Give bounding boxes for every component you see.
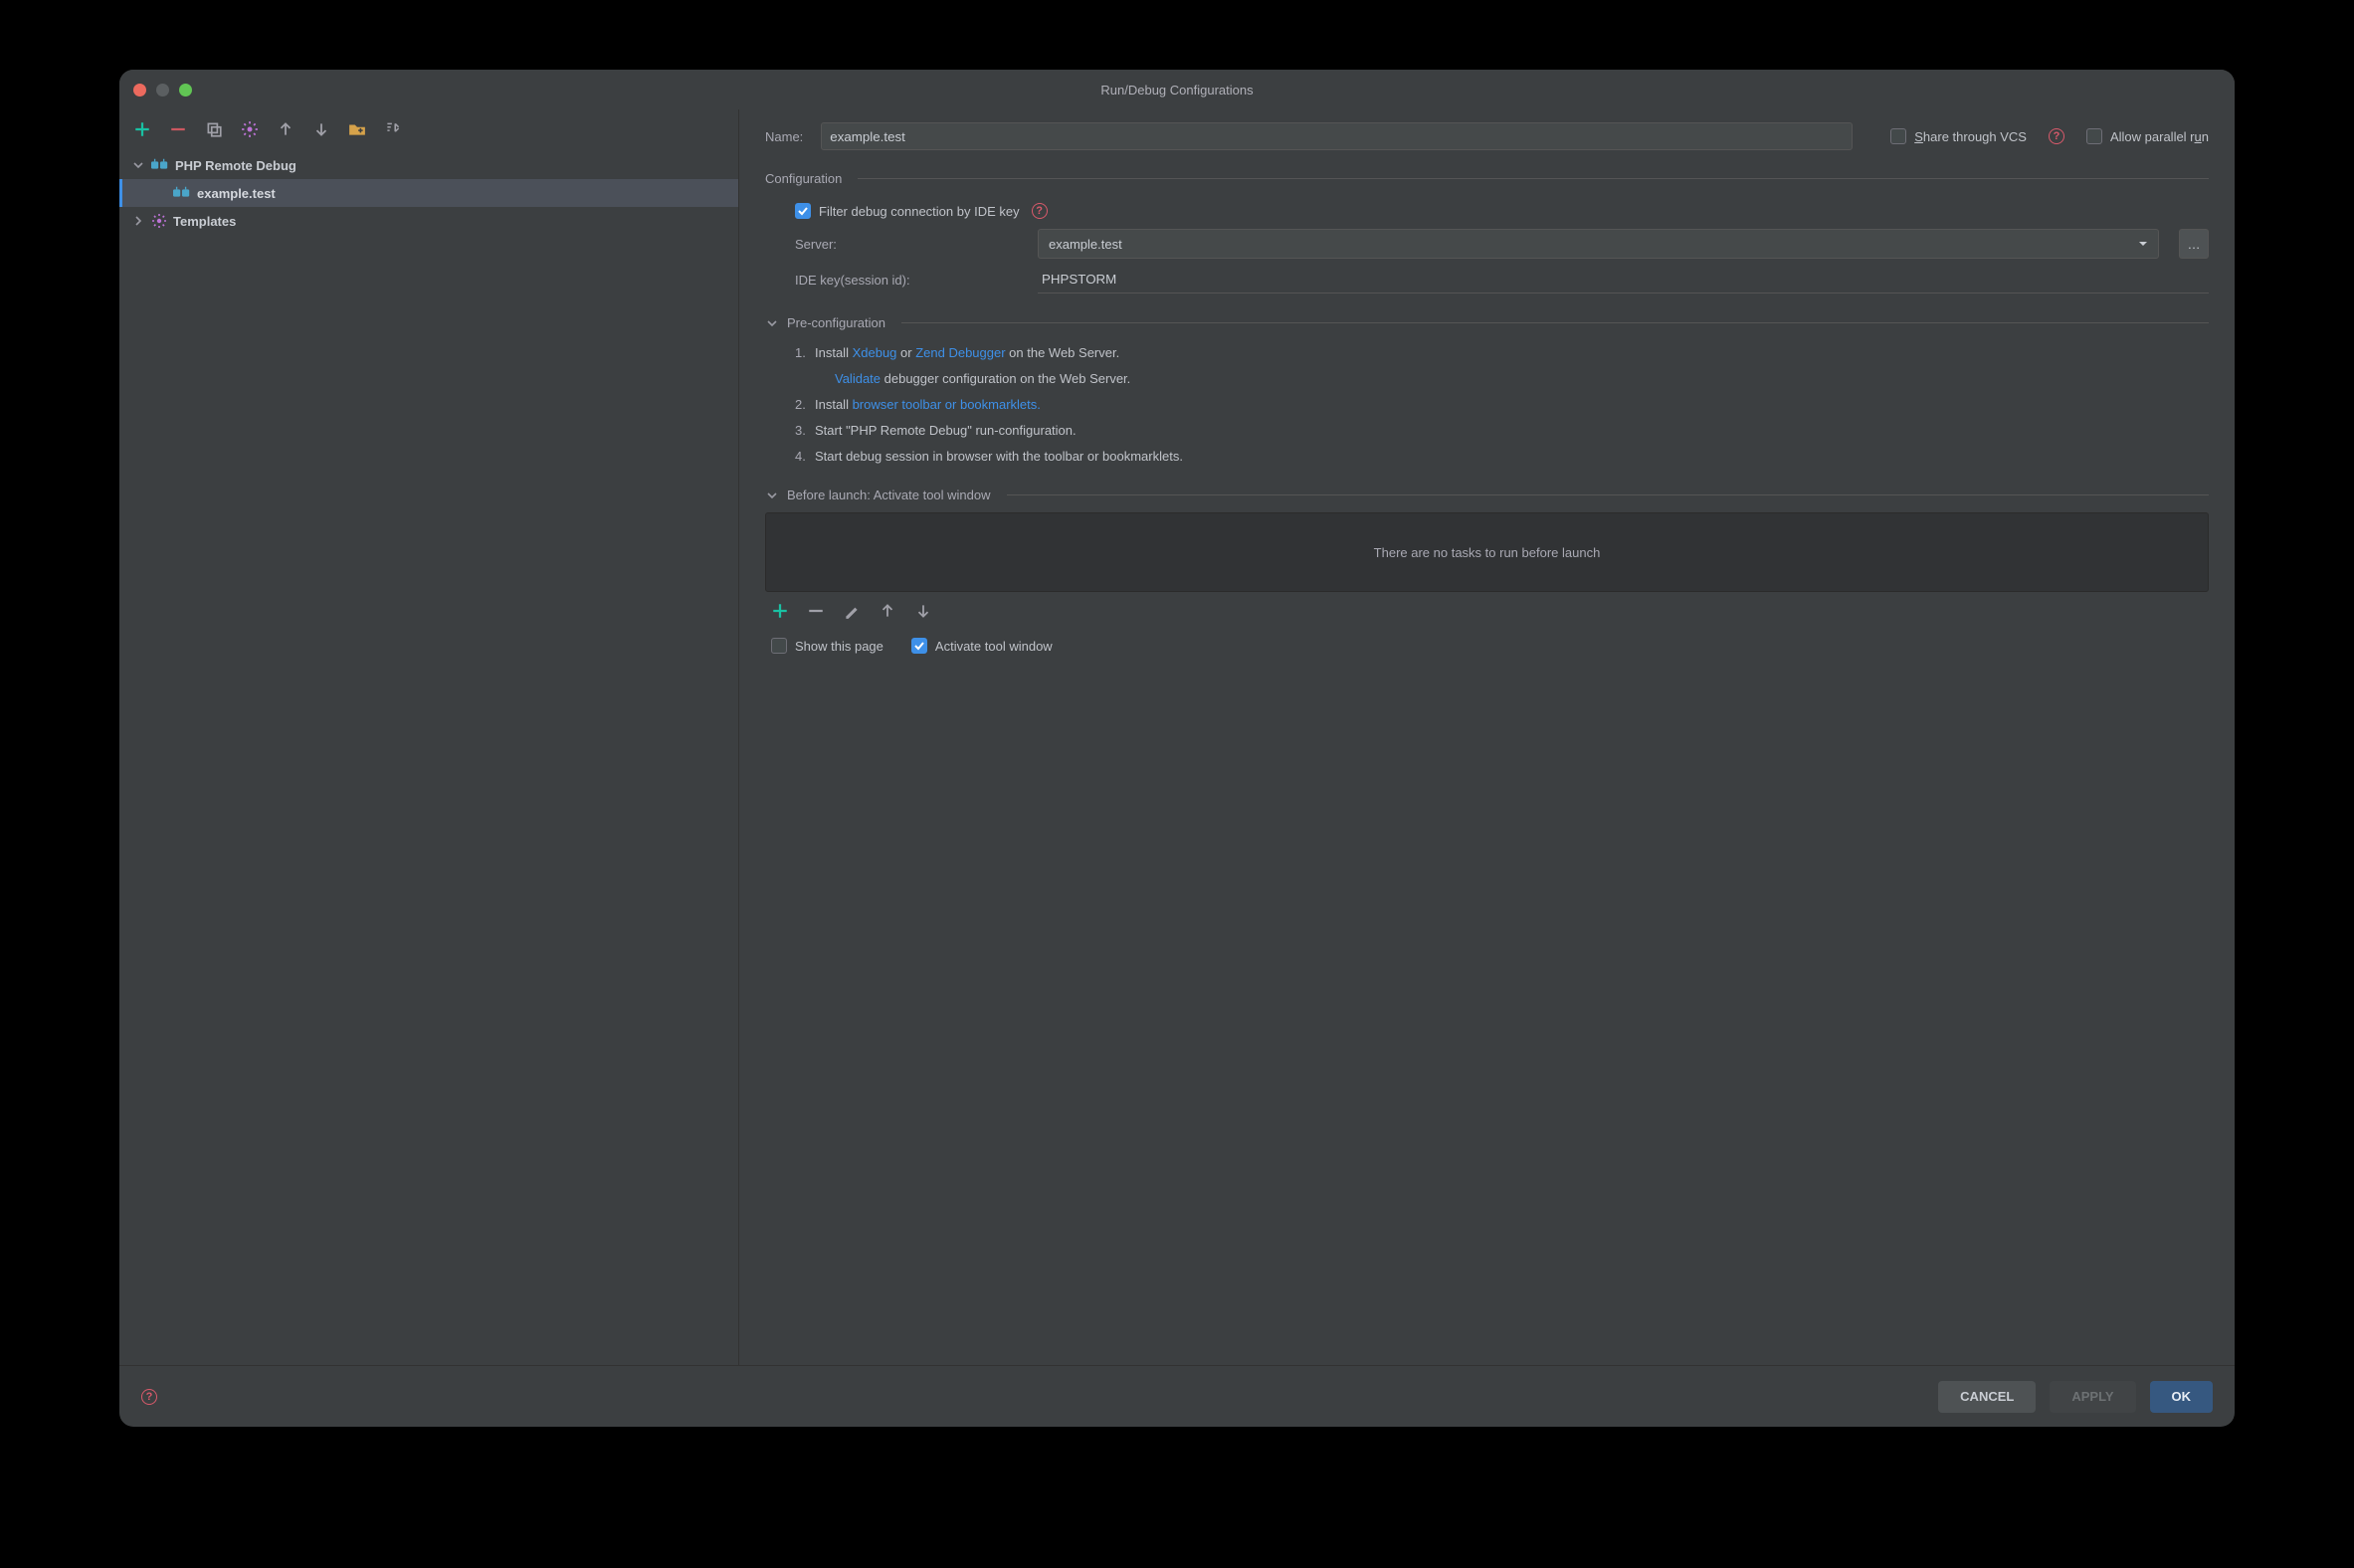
- php-bug-icon: [151, 158, 169, 172]
- minimize-icon[interactable]: [156, 84, 169, 97]
- sidebar-toolbar: [119, 109, 738, 149]
- tree-group-php-remote-debug[interactable]: PHP Remote Debug: [119, 151, 738, 179]
- preconfig-step: 2.Install browser toolbar or bookmarklet…: [795, 392, 2209, 418]
- help-icon[interactable]: ?: [2049, 128, 2064, 144]
- tree-item-label: example.test: [197, 186, 276, 201]
- tree-item-example-test[interactable]: example.test: [119, 179, 738, 207]
- chevron-down-icon: [2138, 237, 2148, 252]
- php-bug-icon: [173, 186, 191, 200]
- window-controls: [133, 84, 192, 97]
- settings-icon[interactable]: [241, 120, 259, 138]
- preconfig-list: 1.Install Xdebug or Zend Debugger on the…: [765, 340, 2209, 470]
- close-icon[interactable]: [133, 84, 146, 97]
- ide-key-label: IDE key(session id):: [795, 273, 1024, 288]
- filter-ide-key-checkbox[interactable]: Filter debug connection by IDE key: [795, 203, 1020, 219]
- link[interactable]: browser toolbar or bookmarklets.: [853, 397, 1041, 412]
- sort-icon[interactable]: [384, 120, 402, 138]
- ok-button[interactable]: OK: [2150, 1381, 2214, 1413]
- show-this-page-checkbox[interactable]: Show this page: [771, 638, 883, 654]
- checkbox-icon: [2086, 128, 2102, 144]
- chevron-down-icon: [765, 490, 779, 501]
- move-down-icon[interactable]: [312, 120, 330, 138]
- activate-tool-window-checkbox[interactable]: Activate tool window: [911, 638, 1053, 654]
- remove-icon[interactable]: [169, 120, 187, 138]
- preconfig-step: 1.Install Xdebug or Zend Debugger on the…: [795, 340, 2209, 366]
- dialog-footer: ? CANCEL APPLY OK: [119, 1365, 2235, 1427]
- checkbox-checked-icon: [911, 638, 927, 654]
- before-launch-tasks[interactable]: There are no tasks to run before launch: [765, 512, 2209, 592]
- chevron-right-icon: [131, 215, 145, 227]
- before-launch-section-title[interactable]: Before launch: Activate tool window: [765, 488, 2209, 502]
- configuration-section-title: Configuration: [765, 171, 2209, 186]
- browse-server-button[interactable]: …: [2179, 229, 2209, 259]
- name-label: Name:: [765, 129, 803, 144]
- help-icon[interactable]: ?: [1032, 203, 1048, 219]
- sidebar: PHP Remote Debug example.test: [119, 109, 739, 1365]
- name-input[interactable]: [821, 122, 1853, 150]
- remove-task-icon[interactable]: [807, 602, 825, 620]
- preconfig-step: 3.Start "PHP Remote Debug" run-configura…: [795, 418, 2209, 444]
- server-label: Server:: [795, 237, 1024, 252]
- add-icon[interactable]: [133, 120, 151, 138]
- tree-group-templates[interactable]: Templates: [119, 207, 738, 235]
- edit-task-icon[interactable]: [843, 602, 861, 620]
- zoom-icon[interactable]: [179, 84, 192, 97]
- titlebar[interactable]: Run/Debug Configurations: [119, 70, 2235, 109]
- preconfig-step: Validate debugger configuration on the W…: [795, 366, 2209, 392]
- allow-parallel-run-checkbox[interactable]: Allow parallel run: [2086, 128, 2209, 144]
- preconfig-section-title[interactable]: Pre-configuration: [765, 315, 2209, 330]
- main-panel: Name: Share through VCS ? Allow parallel…: [739, 109, 2235, 1365]
- config-tree[interactable]: PHP Remote Debug example.test: [119, 149, 738, 1365]
- link[interactable]: Validate: [835, 371, 881, 386]
- share-vcs-checkbox[interactable]: Share through VCS: [1890, 128, 2027, 144]
- apply-button[interactable]: APPLY: [2050, 1381, 2135, 1413]
- tree-group-label: PHP Remote Debug: [175, 158, 296, 173]
- help-icon[interactable]: ?: [141, 1389, 157, 1405]
- cancel-button[interactable]: CANCEL: [1938, 1381, 2036, 1413]
- server-select[interactable]: example.test: [1038, 229, 2159, 259]
- link[interactable]: Xdebug: [853, 345, 897, 360]
- ide-key-input[interactable]: [1038, 266, 2209, 294]
- dialog-title: Run/Debug Configurations: [119, 83, 2235, 98]
- chevron-down-icon: [131, 159, 145, 171]
- move-task-up-icon[interactable]: [879, 602, 896, 620]
- checkbox-checked-icon: [795, 203, 811, 219]
- add-task-icon[interactable]: [771, 602, 789, 620]
- chevron-down-icon: [765, 317, 779, 329]
- checkbox-icon: [1890, 128, 1906, 144]
- move-task-down-icon[interactable]: [914, 602, 932, 620]
- copy-icon[interactable]: [205, 120, 223, 138]
- link[interactable]: Zend Debugger: [915, 345, 1005, 360]
- gear-icon: [151, 213, 167, 229]
- preconfig-step: 4.Start debug session in browser with th…: [795, 444, 2209, 470]
- tree-group-label: Templates: [173, 214, 236, 229]
- move-up-icon[interactable]: [277, 120, 294, 138]
- dialog-window: Run/Debug Configurations: [119, 70, 2235, 1427]
- checkbox-icon: [771, 638, 787, 654]
- folder-icon[interactable]: [348, 120, 366, 138]
